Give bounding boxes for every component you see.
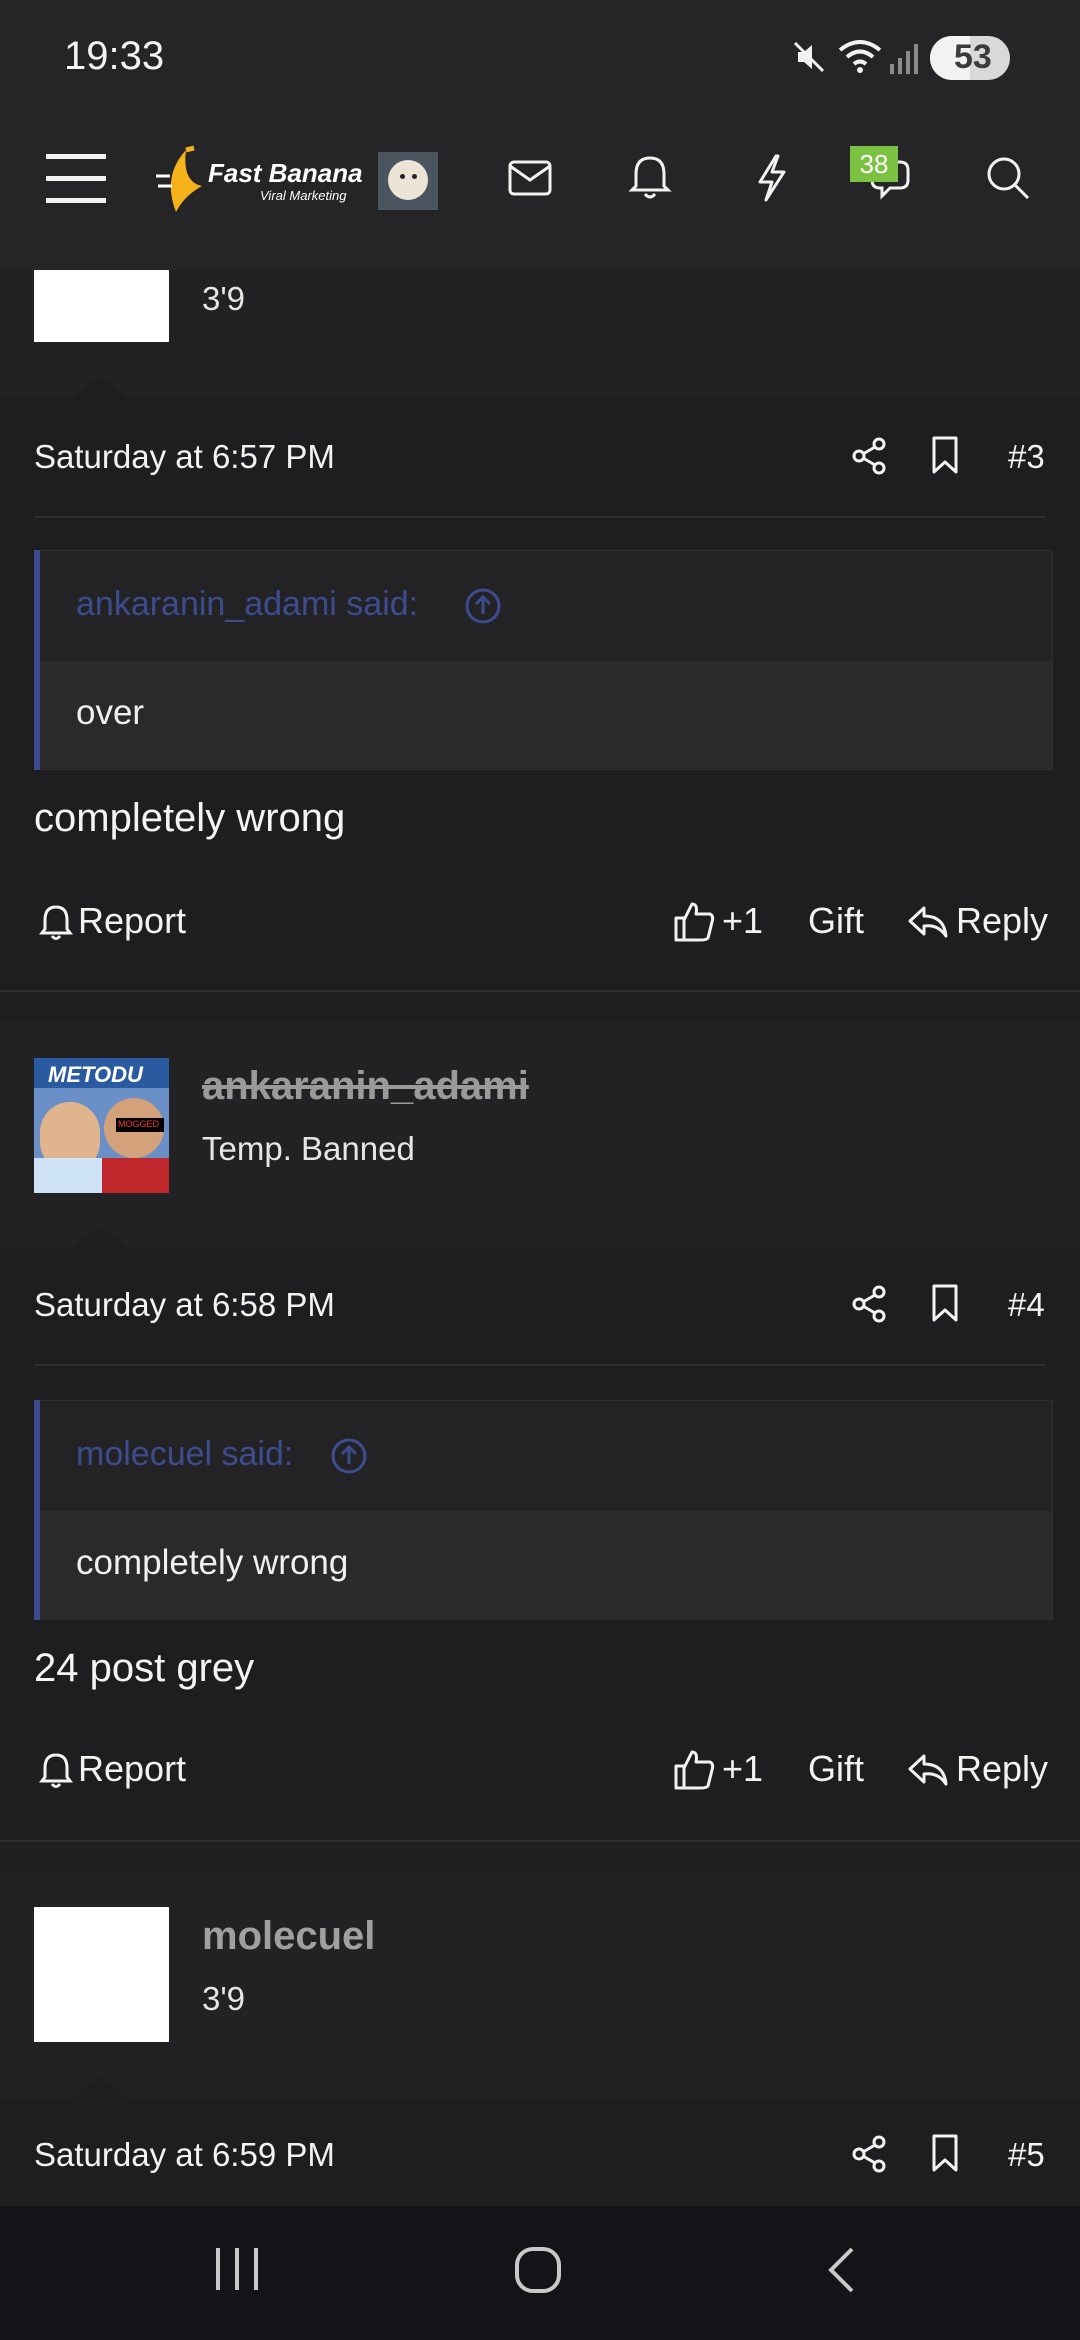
bell-icon[interactable] [628,154,672,205]
back-icon[interactable] [826,2246,856,2299]
home-icon[interactable] [514,2246,562,2299]
post-date[interactable]: Saturday at 6:57 PM [34,438,335,476]
post-text: completely wrong [34,796,346,840]
quote-text: completely wrong [76,1543,349,1582]
recent-apps-icon[interactable] [214,2246,260,2297]
thumbs-up-icon[interactable] [674,900,715,947]
lightning-icon[interactable] [756,154,788,207]
username[interactable]: molecuel [202,1914,375,1959]
avatar-tag: MOGGED [118,1119,160,1129]
avatar[interactable]: METODU MOGGED [34,1058,169,1193]
mute-icon [792,40,826,79]
avatar[interactable] [34,270,169,342]
gift-button[interactable]: Gift [808,900,864,942]
wifi-icon [838,38,882,79]
share-icon[interactable] [852,1285,886,1327]
reply-button[interactable]: Reply [956,1748,1048,1790]
avatar-caption: METODU [48,1062,143,1087]
reply-icon[interactable] [908,1752,948,1793]
post-date[interactable]: Saturday at 6:58 PM [34,1286,335,1324]
report-button[interactable]: Report [78,900,186,942]
quote-text: over [76,693,145,732]
site-logo[interactable]: Fast Banana Viral Marketing [156,145,363,216]
status-time: 19:33 [64,34,165,78]
arrow-up-circle-icon[interactable] [464,587,502,630]
banana-logo-icon [156,145,216,221]
username[interactable]: ankaranin_adami [202,1064,529,1109]
post-number[interactable]: #4 [1008,1286,1045,1324]
menu-icon[interactable] [44,150,108,211]
logo-subtext: Viral Marketing [260,188,347,203]
bookmark-icon[interactable] [932,2134,958,2177]
bookmark-icon[interactable] [932,1284,958,1327]
post-number[interactable]: #3 [1008,438,1045,476]
quote-block: molecuel said: completely wrong [34,1400,1053,1620]
reply-icon[interactable] [908,904,948,945]
quote-author[interactable]: ankaranin_adami said: [76,585,418,624]
like-count[interactable]: +1 [722,1748,763,1790]
report-button[interactable]: Report [78,1748,186,1790]
chat-badge: 38 [850,146,898,182]
thumbs-up-icon[interactable] [674,1748,715,1795]
user-avatar[interactable] [378,152,438,210]
user-title: 3'9 [202,280,246,317]
bell-icon[interactable] [39,1752,73,1793]
mail-icon[interactable] [508,160,552,201]
battery-level: 53 [954,38,992,76]
share-icon[interactable] [852,2135,886,2177]
user-title: Temp. Banned [202,1130,415,1167]
signal-icon [890,42,920,79]
post-number[interactable]: #5 [1008,2136,1045,2174]
share-icon[interactable] [852,437,886,479]
post-text: 24 post grey [34,1646,255,1690]
bell-icon[interactable] [39,904,73,945]
quote-author[interactable]: molecuel said: [76,1435,293,1474]
reply-button[interactable]: Reply [956,900,1048,942]
avatar[interactable] [34,1907,169,2042]
post-date[interactable]: Saturday at 6:59 PM [34,2136,335,2174]
logo-text: Fast Banana [208,158,363,188]
quote-block: ankaranin_adami said: over [34,550,1053,770]
bookmark-icon[interactable] [932,436,958,479]
like-count[interactable]: +1 [722,900,763,942]
gift-button[interactable]: Gift [808,1748,864,1790]
user-title: 3'9 [202,1980,246,2017]
arrow-up-circle-icon[interactable] [330,1437,368,1480]
search-icon[interactable] [986,156,1030,205]
